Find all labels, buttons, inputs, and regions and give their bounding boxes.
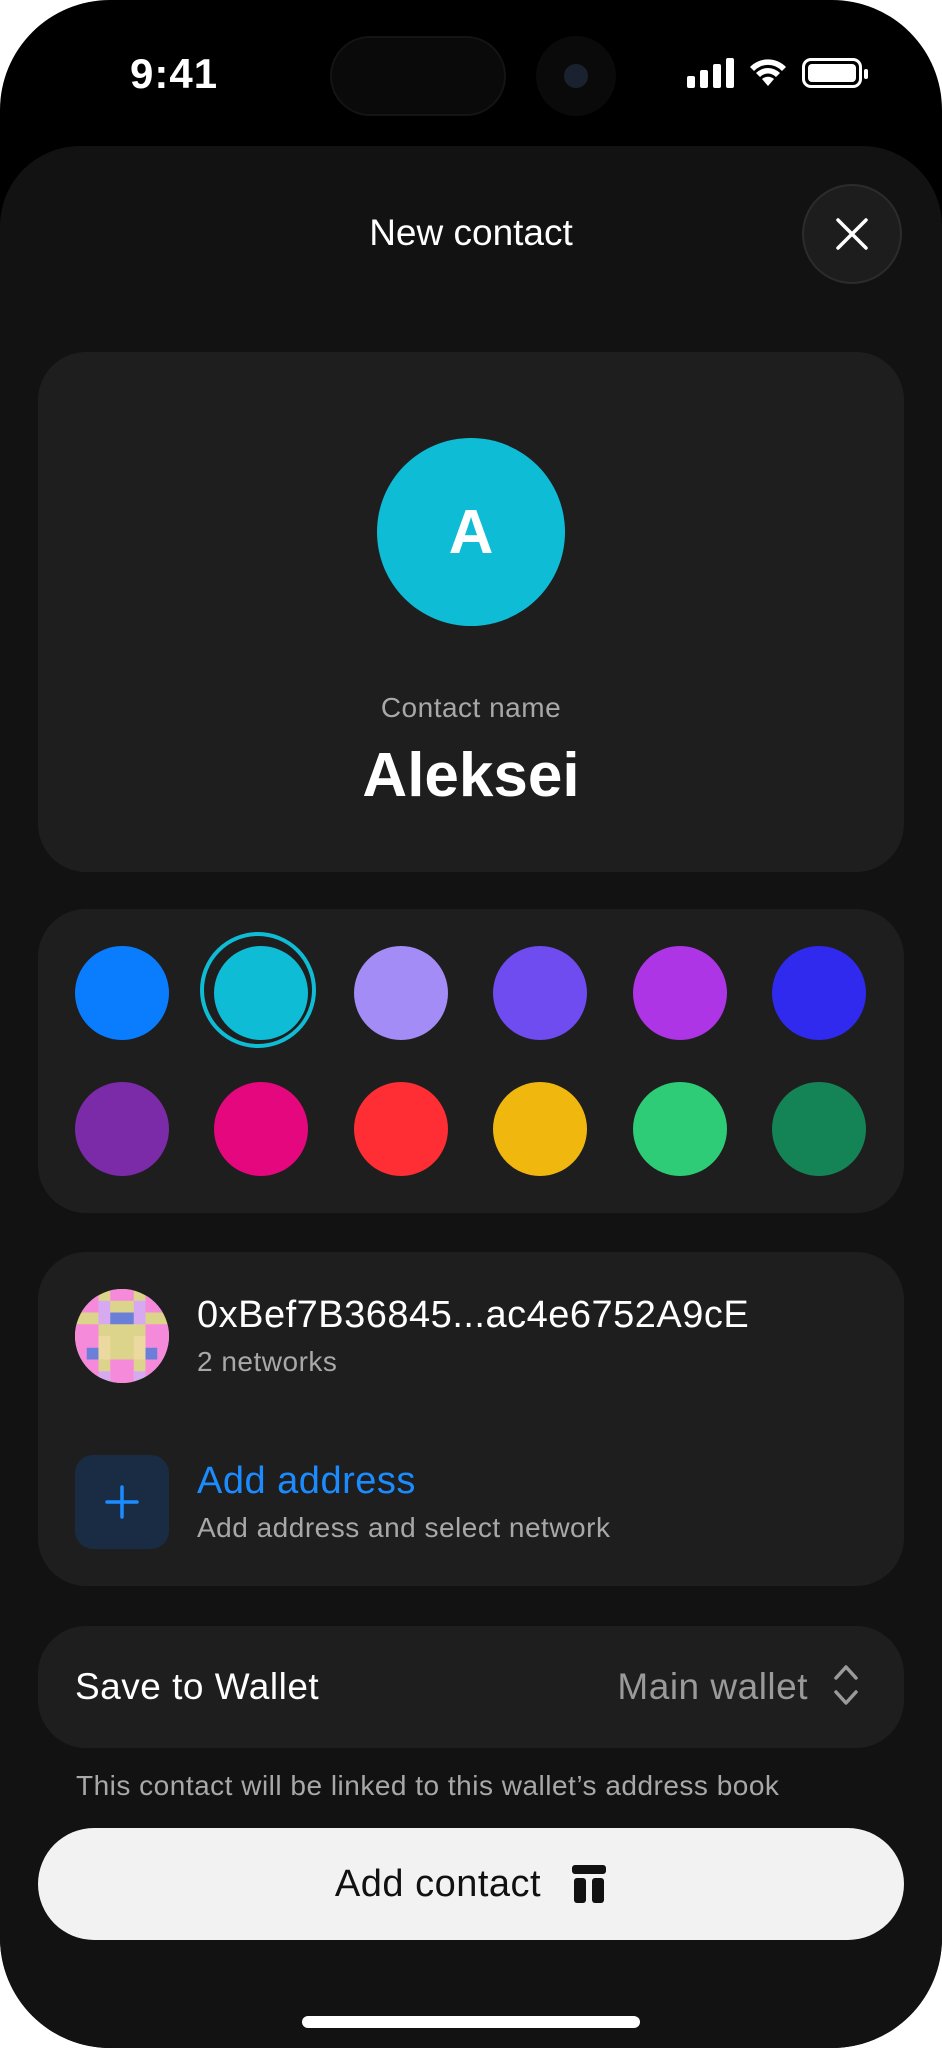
front-camera [536, 36, 616, 116]
wifi-icon [750, 59, 786, 86]
address-card: 0xBef7B36845...ac4e6752A9cE 2 networks A… [38, 1252, 904, 1586]
table-icon [572, 1865, 607, 1903]
status-icons [687, 58, 868, 88]
color-swatch[interactable] [772, 1082, 866, 1176]
add-address-link[interactable]: Add address [197, 1460, 416, 1503]
battery-icon [802, 58, 868, 88]
sheet-title: New contact [369, 212, 573, 253]
color-picker [38, 909, 904, 1213]
avatar[interactable]: A [377, 438, 565, 626]
plus-icon [105, 1485, 139, 1519]
color-swatch[interactable] [353, 946, 448, 1040]
contact-name-label: Contact name [380, 692, 562, 723]
color-swatch[interactable] [632, 946, 727, 1040]
profile-card: A Contact name Aleksei [38, 352, 904, 872]
phone-screen: 9:41 New contact A Contact name Aleksei [0, 0, 942, 2048]
address-networks: 2 networks [197, 1346, 338, 1377]
wallet-select-value[interactable]: Main wallet [617, 1666, 808, 1708]
address-identicon [75, 1289, 169, 1383]
contact-name-field[interactable]: Aleksei [38, 740, 904, 811]
chevron-up-down-icon[interactable] [832, 1662, 860, 1708]
close-button[interactable] [802, 184, 902, 284]
wallet-address[interactable]: 0xBef7B36845...ac4e6752A9cE [197, 1294, 749, 1337]
new-contact-sheet: New contact A Contact name Aleksei 0xBef… [0, 146, 942, 2048]
add-contact-label: Add contact [334, 1862, 542, 1905]
status-time: 9:41 [130, 50, 219, 97]
color-swatch[interactable] [632, 1082, 727, 1176]
color-swatch[interactable] [493, 946, 588, 1040]
add-address-subtitle: Add address and select network [197, 1512, 611, 1543]
color-swatch[interactable] [200, 932, 317, 1048]
color-swatch[interactable] [75, 1082, 169, 1176]
cellular-signal-icon [687, 58, 734, 88]
save-to-wallet-row[interactable]: Save to Wallet Main wallet [38, 1626, 904, 1748]
wallet-hint: This contact will be linked to this wall… [76, 1770, 780, 1801]
save-to-wallet-label: Save to Wallet [75, 1666, 320, 1707]
color-swatch[interactable] [493, 1082, 588, 1176]
color-swatch[interactable] [214, 1082, 309, 1176]
add-contact-button[interactable]: Add contact [38, 1828, 904, 1940]
color-swatch[interactable] [75, 946, 169, 1040]
home-indicator [302, 2016, 640, 2028]
add-address-button[interactable] [75, 1455, 169, 1549]
color-swatch[interactable] [772, 946, 866, 1040]
close-icon [836, 218, 868, 250]
color-swatch[interactable] [353, 1082, 448, 1176]
dynamic-island [330, 36, 506, 116]
